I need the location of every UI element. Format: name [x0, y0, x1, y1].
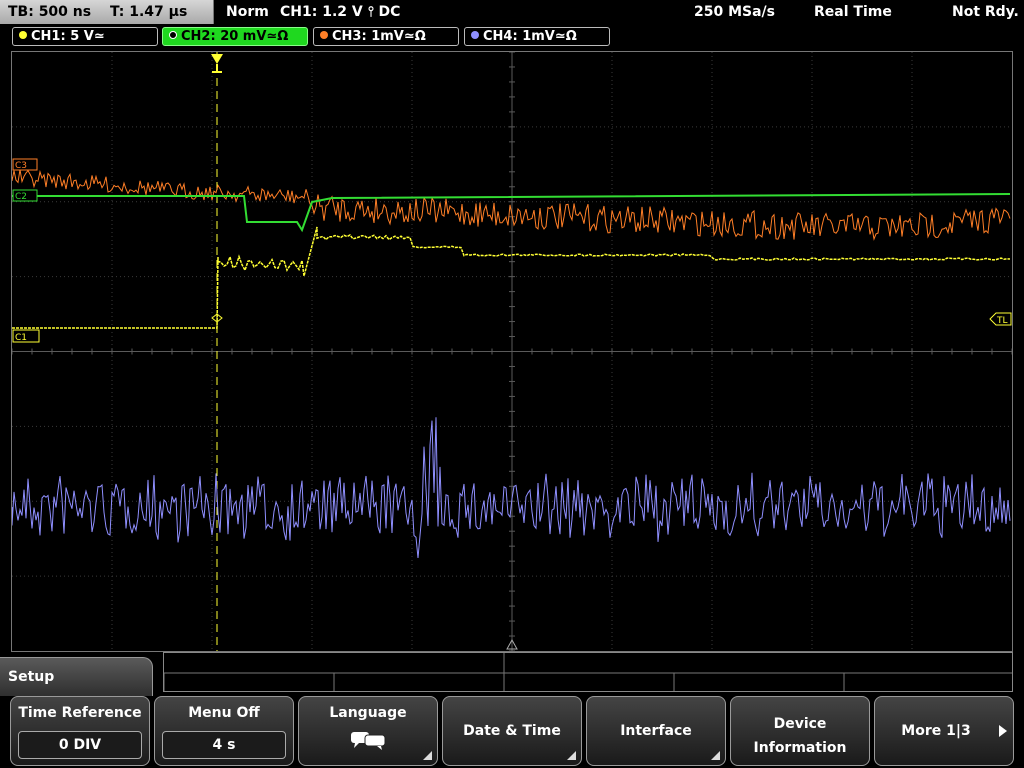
waveform-canvas: C3 C2 C1 TL: [12, 52, 1012, 651]
ch2-label: CH2: 20 mV≃Ω: [181, 29, 289, 44]
ch3-waveform: [12, 169, 1011, 241]
ch1-label: CH1: 5 V≃: [31, 29, 105, 44]
ch4-label: CH4: 1mV≃Ω: [483, 29, 577, 44]
time-reference-value[interactable]: 0 DIV: [18, 731, 142, 759]
ch4-color-dot: [471, 31, 479, 39]
next-page-arrow-icon: [999, 725, 1007, 737]
trigger-source[interactable]: CH1: 1.2 V ⫯ DC: [280, 0, 400, 24]
channel-tab-ch2[interactable]: CH2: 20 mV≃Ω: [162, 27, 308, 46]
date-time-label: Date & Time: [463, 723, 561, 739]
trigger-time-readout: T: 1.47 µs: [109, 4, 188, 20]
svg-text:C2: C2: [15, 192, 27, 202]
interface-label: Interface: [620, 723, 692, 739]
timebase-readout: TB: 500 ns: [8, 4, 92, 20]
interface-softkey[interactable]: Interface: [586, 696, 726, 766]
channel-bar: CH1: 5 V≃ CH2: 20 mV≃Ω CH3: 1mV≃Ω CH4: 1…: [0, 26, 1024, 48]
trigger-mode[interactable]: Norm: [226, 0, 269, 24]
trigger-level-marker[interactable]: TL: [989, 312, 1012, 326]
ch2-color-dot: [169, 31, 177, 39]
ch3-color-dot: [320, 31, 328, 39]
channel-tab-ch1[interactable]: CH1: 5 V≃: [12, 27, 158, 46]
c1-marker[interactable]: C1: [12, 329, 40, 343]
menu-off-label: Menu Off: [188, 705, 260, 721]
ch4-waveform: [12, 417, 1011, 558]
submenu-indicator-icon: [711, 751, 720, 760]
speech-bubble-icon: [351, 732, 386, 750]
time-reference-label: Time Reference: [18, 705, 142, 721]
ch1-waveform: [12, 226, 1011, 329]
menu-off-value[interactable]: 4 s: [162, 731, 286, 759]
graticule: [12, 52, 1012, 651]
language-softkey[interactable]: Language: [298, 696, 438, 766]
channel-tab-ch3[interactable]: CH3: 1mV≃Ω: [313, 27, 459, 46]
sample-rate: 250 MSa/s: [694, 4, 776, 20]
c2-marker[interactable]: C2: [12, 189, 38, 202]
channel-tab-ch4[interactable]: CH4: 1mV≃Ω: [464, 27, 610, 46]
softkey-bar: Time Reference 0 DIV Menu Off 4 s Langua…: [0, 696, 1024, 768]
ruler-ticks: [163, 653, 1015, 691]
time-reference-softkey[interactable]: Time Reference 0 DIV: [10, 696, 150, 766]
menu-title: Setup: [0, 657, 153, 697]
timebase-box[interactable]: TB: 500 ns T: 1.47 µs: [0, 0, 214, 24]
more-softkey[interactable]: More 1|3: [874, 696, 1014, 766]
ch1-color-dot: [19, 31, 27, 39]
submenu-indicator-icon: [423, 751, 432, 760]
date-time-softkey[interactable]: Date & Time: [442, 696, 582, 766]
device-information-label: Device Information: [753, 716, 847, 756]
ch3-label: CH3: 1mV≃Ω: [332, 29, 426, 44]
waveform-display[interactable]: C3 C2 C1 TL: [11, 51, 1013, 652]
more-label: More 1|3: [901, 723, 971, 739]
submenu-indicator-icon: [567, 751, 576, 760]
language-label: Language: [329, 705, 407, 721]
menu-off-softkey[interactable]: Menu Off 4 s: [154, 696, 294, 766]
svg-text:C1: C1: [15, 333, 27, 343]
device-information-softkey[interactable]: Device Information: [730, 696, 870, 766]
acquisition-state: Not Rdy.: [952, 4, 1019, 20]
status-bar: TB: 500 ns T: 1.47 µs Norm CH1: 1.2 V ⫯ …: [0, 0, 1024, 25]
svg-text:TL: TL: [996, 316, 1008, 326]
acquisition-mode: Real Time: [814, 4, 892, 20]
menu-ruler: [163, 652, 1015, 692]
svg-text:C3: C3: [15, 161, 27, 171]
c3-marker[interactable]: C3: [12, 158, 38, 171]
